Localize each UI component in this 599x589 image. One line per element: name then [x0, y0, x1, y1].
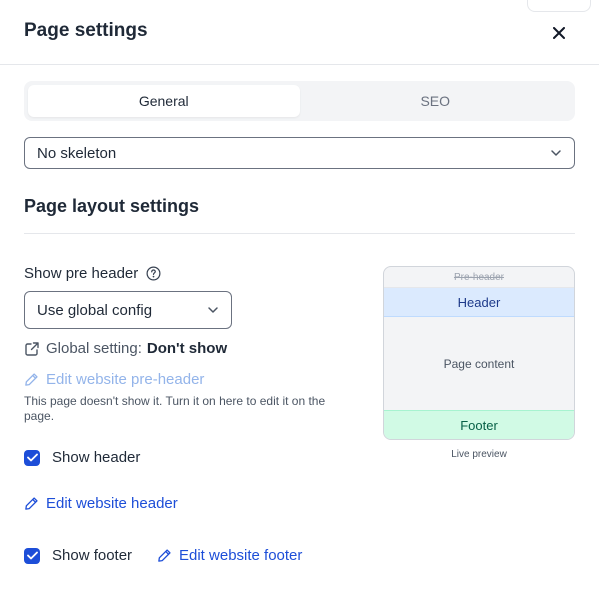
edit-header-link[interactable]: Edit website header [24, 495, 178, 512]
show-footer-row: Show footer [24, 547, 132, 564]
section-divider [24, 233, 575, 234]
panel-header: Page settings [0, 0, 599, 65]
close-icon [553, 27, 565, 39]
edit-footer-link[interactable]: Edit website footer [157, 547, 302, 564]
edit-header-label: Edit website header [46, 495, 178, 512]
pencil-icon [158, 549, 171, 562]
global-setting-value: Don't show [146, 340, 228, 357]
show-header-label: Show header [52, 449, 141, 466]
live-preview-caption: Live preview [451, 449, 507, 460]
help-circle-icon[interactable] [146, 266, 161, 281]
pre-header-label-row: Show pre header [24, 265, 161, 282]
edit-pre-header-link[interactable]: Edit website pre-header [24, 371, 204, 388]
preview-header: Header [384, 288, 574, 317]
pencil-icon [25, 373, 38, 386]
edit-pre-header-label: Edit website pre-header [46, 371, 205, 388]
close-button[interactable] [548, 22, 570, 44]
show-header-row: Show header [24, 449, 140, 466]
preview-content: Page content [443, 356, 515, 371]
skeleton-select-value: No skeleton [37, 144, 117, 162]
external-link-icon [25, 341, 39, 356]
preview-pre-header: Pre-header [384, 267, 574, 288]
show-header-checkbox[interactable] [24, 449, 40, 466]
tab-seo[interactable]: SEO [300, 85, 572, 117]
checkmark-icon [26, 453, 38, 462]
pre-header-note: This page doesn't show it. Turn it on he… [24, 394, 326, 423]
pre-header-select-value: Use global config [37, 301, 153, 319]
layout-preview: Pre-header Header Page content Footer [383, 266, 575, 440]
global-setting-info: Global setting: Don't show [24, 340, 227, 357]
pencil-icon [25, 497, 38, 510]
pre-header-label: Show pre header [24, 265, 139, 282]
pre-header-select[interactable]: Use global config [24, 291, 232, 329]
chevron-down-icon [208, 307, 218, 313]
chevron-down-icon [551, 150, 561, 156]
show-footer-label: Show footer [52, 547, 133, 564]
edit-footer-label: Edit website footer [179, 547, 303, 564]
settings-tabs: General SEO [24, 81, 575, 121]
preview-footer: Footer [384, 410, 574, 439]
checkmark-icon [26, 551, 38, 560]
panel-title: Page settings [24, 20, 148, 41]
show-footer-checkbox[interactable] [24, 547, 40, 564]
skeleton-select[interactable]: No skeleton [24, 137, 575, 169]
tab-general[interactable]: General [28, 85, 300, 117]
section-title: Page layout settings [24, 196, 200, 216]
global-setting-label: Global setting: [46, 340, 142, 357]
